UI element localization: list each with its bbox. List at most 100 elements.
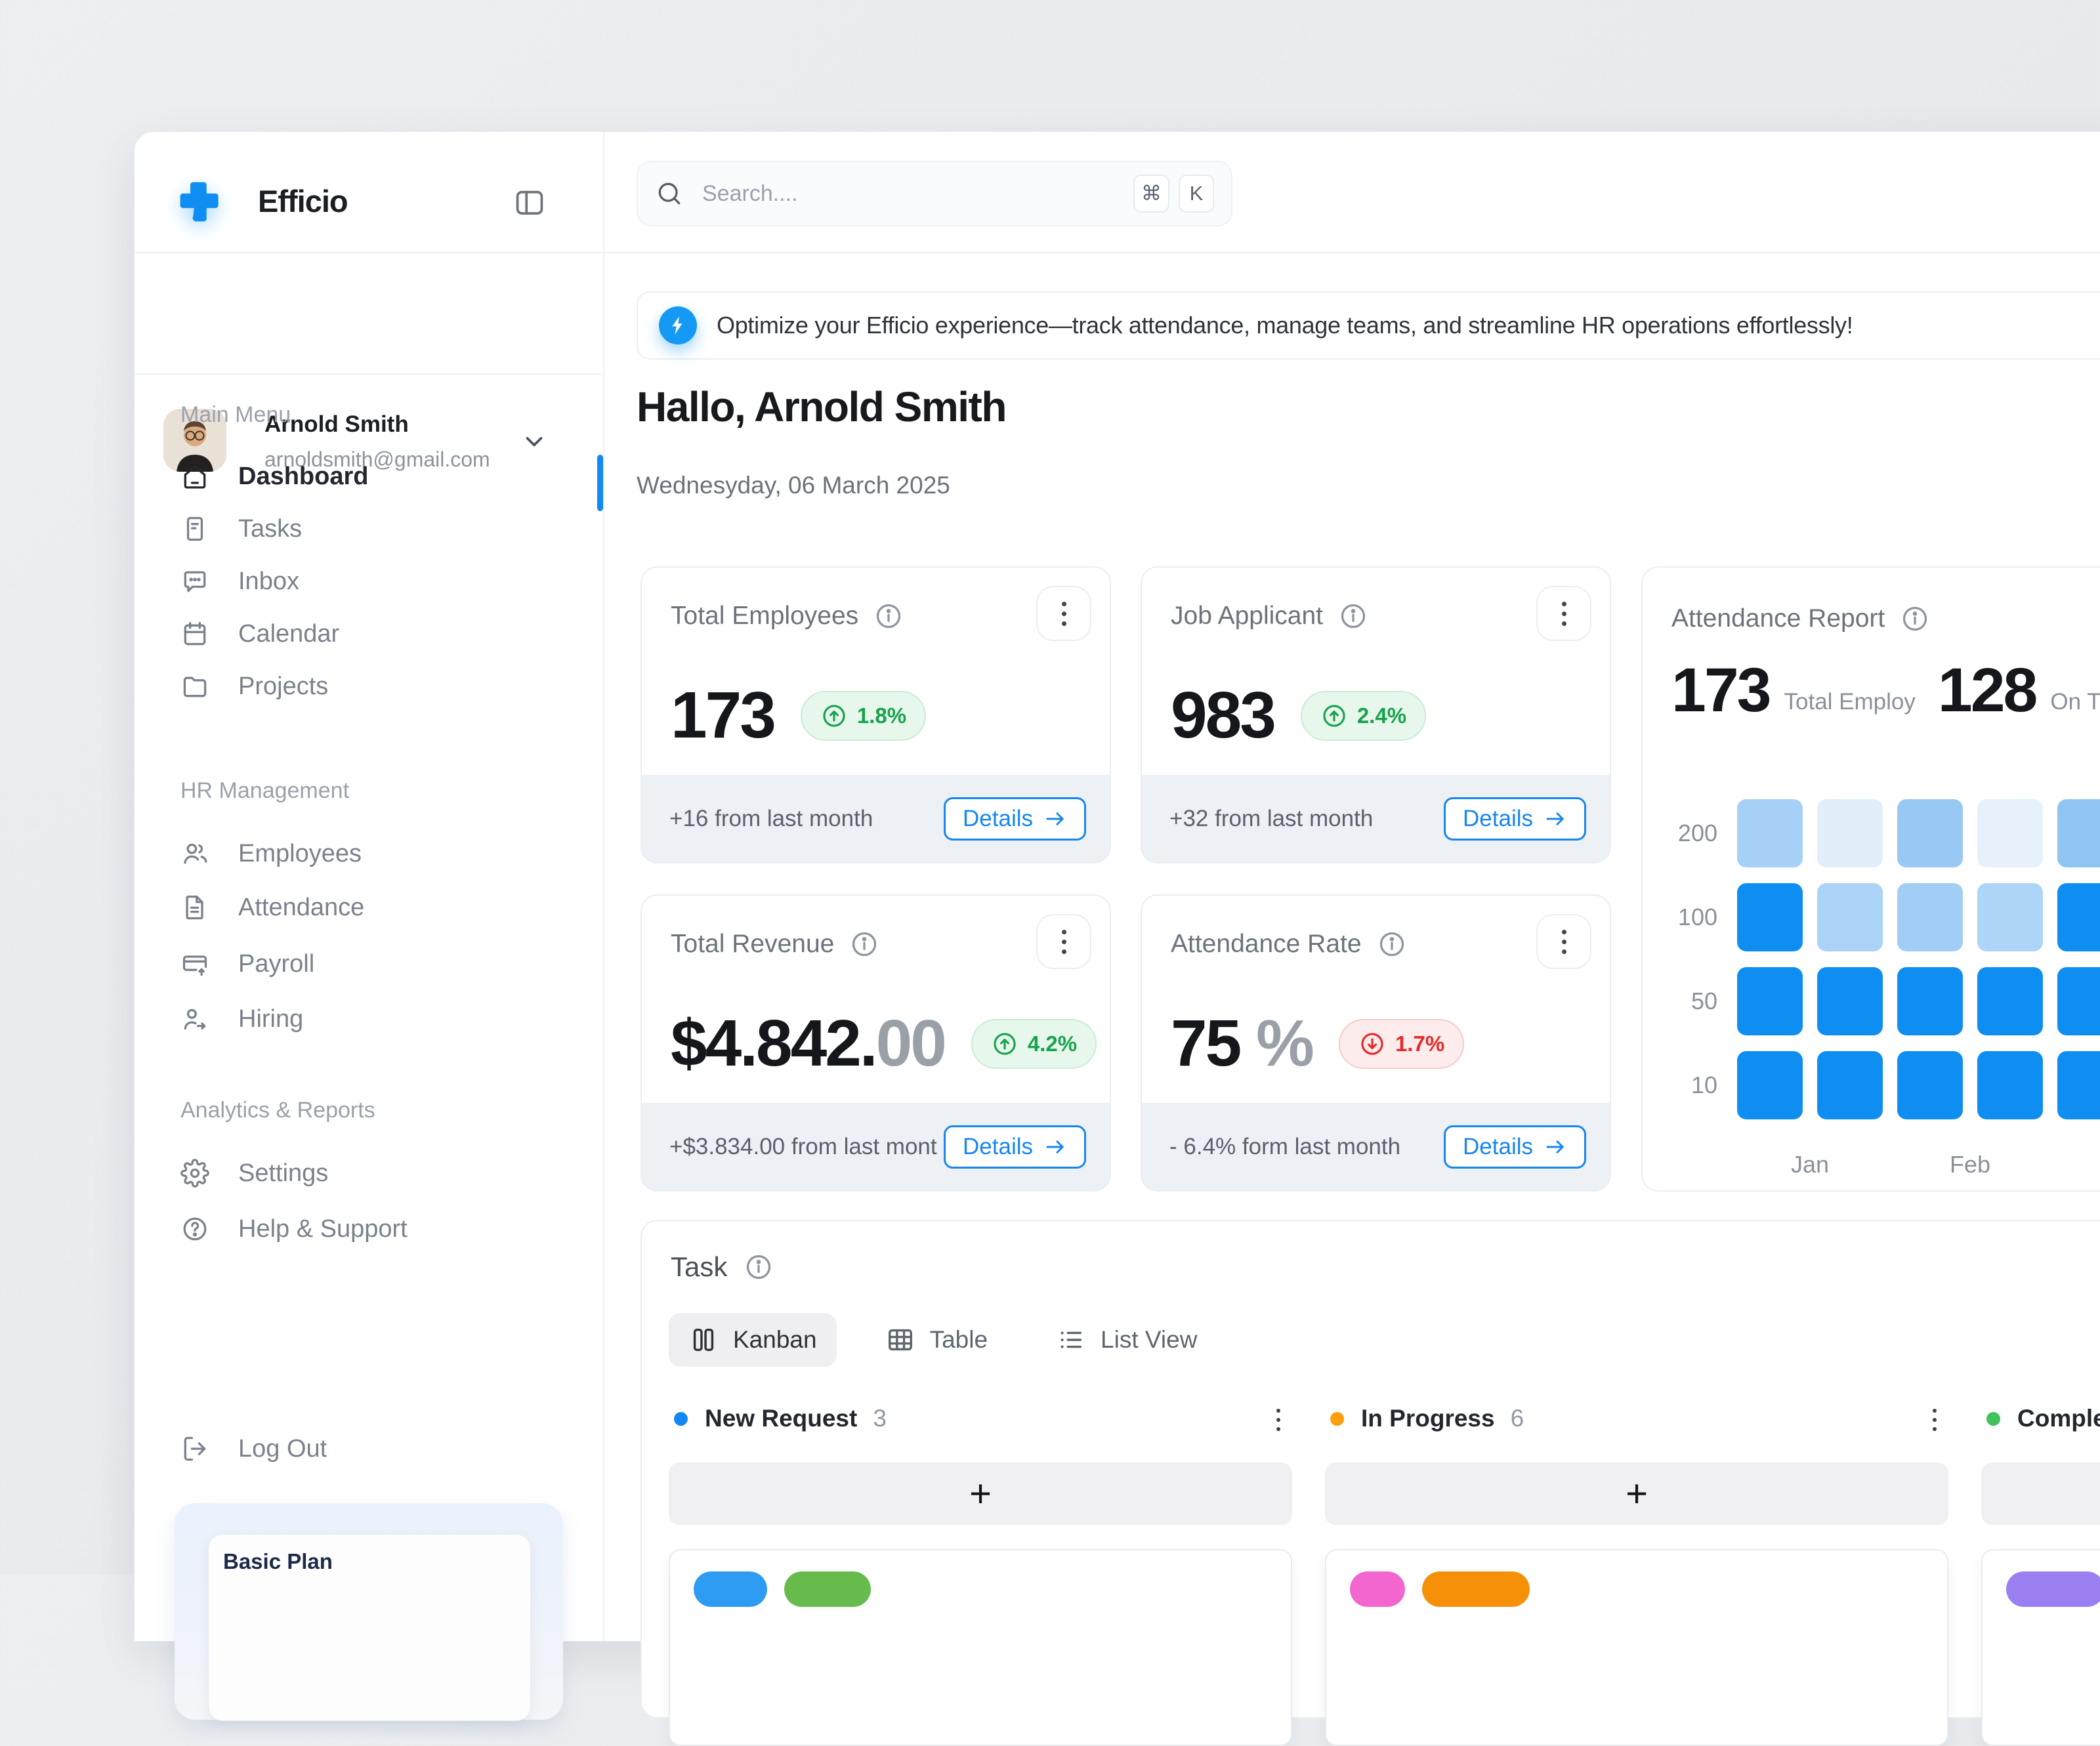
- heatmap-cell: [1897, 883, 1963, 951]
- tab-table[interactable]: Table: [866, 1313, 1007, 1367]
- banner-text: Optimize your Efficio experience—track a…: [717, 312, 1853, 339]
- add-task-button[interactable]: +: [1981, 1463, 2100, 1525]
- sidebar-item-employees[interactable]: Employees: [135, 828, 594, 879]
- cmd-keycap: ⌘: [1133, 175, 1169, 213]
- stat-footnote: +16 from last month: [669, 806, 873, 832]
- kebab-menu-icon[interactable]: [1272, 1405, 1284, 1435]
- heatmap-cell: [2057, 799, 2100, 867]
- sidebar-item-dashboard[interactable]: Dashboard: [135, 451, 594, 502]
- info-icon[interactable]: [1900, 604, 1929, 633]
- page-date: Wednesyday, 06 March 2025: [637, 472, 950, 499]
- heatmap-cell: [1897, 1051, 1963, 1119]
- gear-icon: [180, 1159, 209, 1188]
- task-title: Task: [671, 1251, 727, 1283]
- task-card[interactable]: [1981, 1549, 2100, 1746]
- report-ontime-value: 128: [1938, 659, 2036, 722]
- stat-card-total-employees: Total Employees 173 1.8% +16 from last m…: [640, 566, 1111, 863]
- divider: [135, 373, 602, 375]
- kebab-menu-button[interactable]: [1036, 914, 1091, 969]
- search-input[interactable]: [701, 180, 1124, 207]
- heatmap-cell: [1977, 967, 2043, 1035]
- trend-badge: 1.7%: [1339, 1019, 1464, 1069]
- add-task-button[interactable]: +: [669, 1463, 1292, 1525]
- heatmap-y-tick: 50: [1671, 967, 1723, 1035]
- info-icon[interactable]: [1377, 930, 1406, 959]
- info-icon[interactable]: [874, 602, 903, 631]
- app-window: Efficio Arnold Smith arnoldsmith@gmail.c…: [134, 131, 2100, 1642]
- status-dot: [1986, 1412, 2000, 1426]
- tasks-icon: [180, 514, 209, 543]
- stat-value: 173: [671, 678, 774, 753]
- task-card[interactable]: [669, 1549, 1292, 1746]
- list-icon: [1056, 1325, 1086, 1355]
- details-button[interactable]: Details: [1444, 797, 1586, 841]
- inbox-icon: [180, 567, 209, 596]
- sidebar-item-projects[interactable]: Projects: [135, 661, 594, 712]
- task-panel: Task Kanban Table List View New R: [640, 1220, 2100, 1718]
- add-task-button[interactable]: +: [1325, 1463, 1948, 1525]
- tab-kanban[interactable]: Kanban: [669, 1313, 837, 1367]
- sidebar-item-inbox[interactable]: Inbox: [135, 556, 594, 607]
- section-label-main-menu: Main Menu: [180, 402, 291, 428]
- task-tag-pill: [1350, 1571, 1405, 1607]
- sidebar-item-payroll[interactable]: Payroll: [135, 938, 594, 989]
- task-tag-pill: [2006, 1571, 2100, 1607]
- info-icon[interactable]: [1339, 602, 1368, 631]
- tab-list-view[interactable]: List View: [1036, 1313, 1217, 1367]
- stat-footer: +32 from last month Details: [1142, 775, 1610, 862]
- column-count: 6: [1511, 1405, 1524, 1432]
- details-button[interactable]: Details: [944, 797, 1086, 841]
- stat-title: Total Employees: [671, 602, 858, 631]
- kebab-menu-button[interactable]: [1536, 586, 1591, 641]
- sidebar-item-settings[interactable]: Settings: [135, 1148, 594, 1199]
- sidebar-collapse-icon[interactable]: [513, 186, 547, 220]
- info-icon[interactable]: [744, 1253, 773, 1281]
- kanban-icon: [688, 1325, 719, 1355]
- search-icon: [655, 179, 684, 208]
- task-card[interactable]: [1325, 1549, 1948, 1746]
- stat-title: Job Applicant: [1171, 602, 1323, 631]
- kebab-menu-icon[interactable]: [1929, 1405, 1941, 1435]
- status-dot: [1330, 1412, 1344, 1426]
- divider: [135, 252, 602, 253]
- stat-footnote: - 6.4% form last month: [1169, 1134, 1400, 1160]
- users-icon: [180, 839, 209, 868]
- report-total-value: 173: [1671, 659, 1770, 722]
- section-label-hr-management: HR Management: [180, 778, 349, 804]
- trend-badge: 2.4%: [1301, 691, 1426, 741]
- sidebar-item-calendar[interactable]: Calendar: [135, 608, 594, 659]
- arrow-up-circle-icon: [1320, 702, 1348, 730]
- details-button[interactable]: Details: [944, 1125, 1086, 1169]
- arrow-right-icon: [1544, 1135, 1567, 1159]
- stat-footnote: +32 from last month: [1169, 806, 1373, 832]
- kanban-column-new-request: New Request 3 +: [669, 1402, 1292, 1711]
- sidebar-item-logout[interactable]: Log Out: [135, 1423, 594, 1474]
- sidebar-item-tasks[interactable]: Tasks: [135, 503, 594, 554]
- kebab-menu-button[interactable]: [1036, 586, 1091, 641]
- bolt-icon: [659, 306, 697, 344]
- details-button[interactable]: Details: [1444, 1125, 1586, 1169]
- calendar-icon: [180, 619, 209, 648]
- plan-card[interactable]: Basic Plan: [175, 1503, 563, 1720]
- efficio-logo-icon: [175, 177, 223, 225]
- column-count: 3: [873, 1405, 887, 1432]
- heatmap-cell: [1737, 1051, 1803, 1119]
- heatmap-cell: [2057, 1051, 2100, 1119]
- heatmap-cell: [1737, 799, 1803, 867]
- kanban-column-header: New Request 3: [669, 1402, 1292, 1435]
- report-ontime-label: On Time: [2050, 689, 2100, 715]
- sidebar-item-attendance[interactable]: Attendance: [135, 882, 594, 933]
- heatmap-cell: [2057, 967, 2100, 1035]
- stat-footnote: +$3.834.00 from last mont: [669, 1134, 937, 1160]
- task-tag-pill: [1422, 1571, 1530, 1607]
- active-item-indicator: [597, 455, 603, 511]
- sidebar-item-help-support[interactable]: Help & Support: [135, 1203, 594, 1255]
- info-icon[interactable]: [850, 930, 879, 959]
- stat-footer: - 6.4% form last month Details: [1142, 1103, 1610, 1190]
- search-bar[interactable]: ⌘ K: [637, 161, 1232, 226]
- trend-badge: 4.2%: [971, 1019, 1097, 1069]
- task-tags: [2006, 1571, 2100, 1607]
- heatmap-cell: [1817, 1051, 1883, 1119]
- sidebar-item-hiring[interactable]: Hiring: [135, 993, 594, 1045]
- kebab-menu-button[interactable]: [1536, 914, 1591, 969]
